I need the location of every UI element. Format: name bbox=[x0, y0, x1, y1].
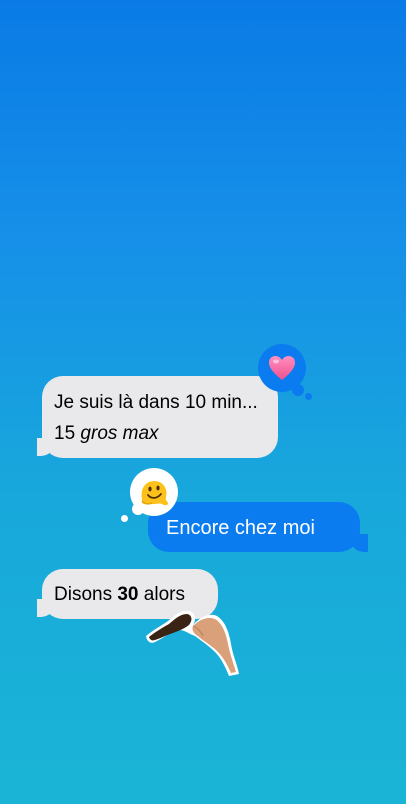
heart-hands-icon[interactable] bbox=[143, 606, 241, 678]
message-bubble[interactable]: Je suis là dans 10 min... 15 gros max bbox=[42, 376, 278, 458]
message-text-line-1: Je suis là dans 10 min... bbox=[54, 392, 258, 413]
reaction-tail-dot bbox=[305, 393, 312, 400]
reaction-tail-dot bbox=[292, 384, 304, 396]
message-text: Encore chez moi bbox=[166, 517, 315, 539]
heart-icon bbox=[269, 356, 295, 380]
reaction-tail-dot bbox=[121, 515, 128, 522]
message-bubble[interactable]: Encore chez moi bbox=[148, 502, 360, 552]
melting-face-icon bbox=[141, 481, 169, 506]
message-text-line-2: 15 gros max bbox=[54, 423, 159, 444]
